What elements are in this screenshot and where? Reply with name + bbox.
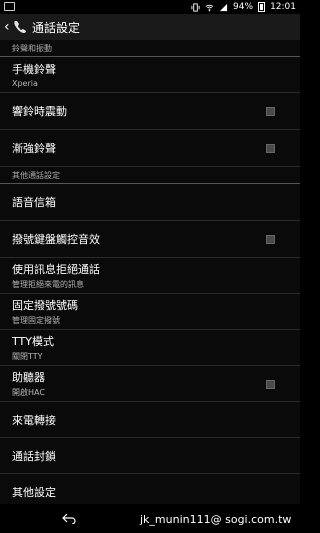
watermark: jk_munin111@ sogi.com.tw [140, 513, 292, 526]
action-bar[interactable]: ‹ 通話設定 [0, 14, 300, 40]
call-barring-title: 通話封鎖 [12, 449, 56, 463]
section-header-other: 其他通話設定 [0, 167, 300, 184]
back-icon[interactable] [62, 512, 76, 524]
voicemail-item[interactable]: 語音信箱 [0, 184, 300, 221]
vibrate-on-ring-checkbox[interactable] [266, 107, 275, 116]
call-barring-item[interactable]: 通話封鎖 [0, 438, 300, 474]
page-title: 通話設定 [32, 20, 81, 35]
tty-mode-title: TTY模式 [12, 335, 54, 348]
dialpad-tones-checkbox[interactable] [266, 235, 275, 244]
navigation-bar: jk_munin111@ sogi.com.tw [0, 504, 300, 533]
wifi-icon [205, 4, 214, 11]
phone-icon [14, 21, 26, 33]
hearing-aid-checkbox[interactable] [266, 379, 275, 389]
voicemail-title: 語音信箱 [12, 196, 56, 209]
settings-list[interactable]: 鈴聲和振動 手機鈴聲 Xperia 響鈴時震動 漸強鈴聲 其他通話設定 語音信箱… [0, 40, 300, 510]
hearing-aid-title: 助聽器 [12, 371, 45, 384]
battery-percent: 94% [233, 2, 254, 12]
call-forwarding-title: 來電轉接 [12, 413, 56, 427]
signal-icon [219, 3, 228, 11]
vibrate-on-ring-item[interactable]: 響鈴時震動 [0, 93, 300, 130]
fixed-dialing-title: 固定撥號號碼 [12, 299, 78, 312]
notification-image-icon [4, 2, 15, 11]
tty-mode-subtitle: 關閉TTY [12, 352, 43, 361]
hearing-aid-item[interactable]: 助聽器 開啟HAC [0, 366, 300, 402]
reject-with-message-title: 使用訊息拒絕通話 [12, 263, 100, 276]
dialpad-tones-title: 撥號鍵盤觸控音效 [12, 233, 100, 246]
ascending-ringtone-item[interactable]: 漸強鈴聲 [0, 130, 300, 167]
up-caret-icon[interactable]: ‹ [4, 19, 12, 35]
vibrate-icon [191, 2, 200, 12]
clock: 12:01 [270, 2, 296, 12]
reject-with-message-subtitle: 管理拒絕來電的訊息 [12, 280, 84, 289]
dialpad-tones-item[interactable]: 撥號鍵盤觸控音效 [0, 221, 300, 258]
hearing-aid-subtitle: 開啟HAC [12, 388, 45, 397]
ringtone-subtitle: Xperia [12, 79, 38, 88]
additional-settings-title: 其他設定 [12, 485, 56, 499]
fixed-dialing-subtitle: 管理固定撥號 [12, 316, 60, 325]
vibrate-on-ring-title: 響鈴時震動 [12, 105, 67, 118]
section-header-ringtone: 鈴聲和振動 [0, 40, 300, 57]
ringtone-item[interactable]: 手機鈴聲 Xperia [0, 57, 300, 93]
ringtone-title: 手機鈴聲 [12, 63, 56, 76]
fixed-dialing-item[interactable]: 固定撥號號碼 管理固定撥號 [0, 294, 300, 330]
ascending-ringtone-checkbox[interactable] [266, 144, 275, 153]
battery-icon [258, 2, 266, 12]
reject-with-message-item[interactable]: 使用訊息拒絕通話 管理拒絕來電的訊息 [0, 258, 300, 294]
ascending-ringtone-title: 漸強鈴聲 [12, 142, 56, 155]
call-forwarding-item[interactable]: 來電轉接 [0, 402, 300, 438]
status-bar: 94% 12:01 [0, 0, 300, 14]
tty-mode-item[interactable]: TTY模式 關閉TTY [0, 330, 300, 366]
